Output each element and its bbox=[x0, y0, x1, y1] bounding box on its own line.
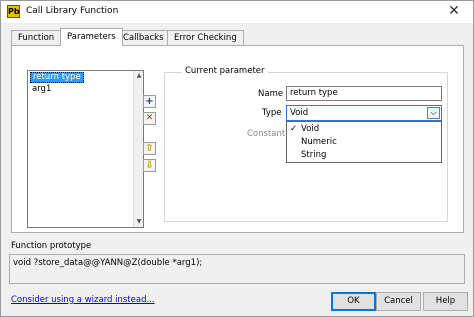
scroll-down-icon[interactable]: ▼ bbox=[135, 218, 143, 226]
dropdown-item-numeric[interactable]: Numeric bbox=[287, 136, 441, 149]
tab-callbacks[interactable]: Callbacks bbox=[116, 30, 171, 45]
wizard-link[interactable]: Consider using a wizard instead... bbox=[11, 295, 155, 305]
constant-label: Constant bbox=[247, 129, 286, 139]
move-down-button[interactable]: ⇩ bbox=[143, 159, 156, 172]
scroll-up-icon[interactable]: ▲ bbox=[135, 72, 143, 80]
help-button[interactable]: Help bbox=[423, 292, 468, 311]
add-parameter-button[interactable]: + bbox=[143, 95, 156, 108]
type-select[interactable]: Void ⌵ bbox=[286, 105, 442, 121]
chevron-down-icon[interactable]: ⌵ bbox=[427, 107, 440, 119]
dropdown-item-label: String bbox=[301, 150, 327, 160]
move-up-button[interactable]: ⇧ bbox=[143, 142, 156, 155]
call-library-function-dialog: Pb Call Library Function ✕ Function Para… bbox=[0, 0, 474, 317]
function-prototype-label: Function prototype bbox=[11, 241, 92, 251]
type-select-value: Void bbox=[290, 108, 309, 118]
list-item-arg1[interactable]: arg1 bbox=[30, 84, 53, 95]
title-bar: Pb Call Library Function ✕ bbox=[1, 1, 473, 23]
type-label: Type bbox=[262, 108, 282, 118]
checkmark-icon: ✓ bbox=[290, 124, 298, 134]
dropdown-item-label: Numeric bbox=[301, 137, 337, 147]
dropdown-item-string[interactable]: String bbox=[287, 149, 441, 162]
labview-app-icon: Pb bbox=[7, 5, 20, 18]
parameter-list[interactable]: return type arg1 ▲ ▼ bbox=[27, 70, 144, 228]
function-prototype-display: void ?store_data@@YANN@Z(double *arg1); bbox=[9, 254, 465, 284]
dropdown-item-void[interactable]: ✓ Void bbox=[287, 123, 441, 136]
window-title: Call Library Function bbox=[26, 6, 119, 16]
cancel-button[interactable]: Cancel bbox=[376, 292, 421, 311]
tab-parameters[interactable]: Parameters bbox=[60, 28, 123, 46]
tab-function[interactable]: Function bbox=[11, 30, 62, 45]
list-scrollbar[interactable]: ▲ ▼ bbox=[133, 71, 143, 227]
current-parameter-title: Current parameter bbox=[182, 66, 268, 76]
list-item-return-type[interactable]: return type bbox=[30, 72, 84, 83]
delete-parameter-button[interactable]: ✕ bbox=[143, 112, 156, 125]
ok-button[interactable]: OK bbox=[331, 292, 376, 311]
type-dropdown-menu: ✓ Void Numeric String bbox=[286, 121, 442, 163]
close-icon[interactable]: ✕ bbox=[443, 2, 465, 20]
dropdown-item-label: Void bbox=[301, 124, 320, 134]
name-field[interactable]: return type bbox=[286, 86, 442, 101]
tab-error-checking[interactable]: Error Checking bbox=[167, 30, 244, 45]
name-label: Name bbox=[258, 89, 284, 99]
